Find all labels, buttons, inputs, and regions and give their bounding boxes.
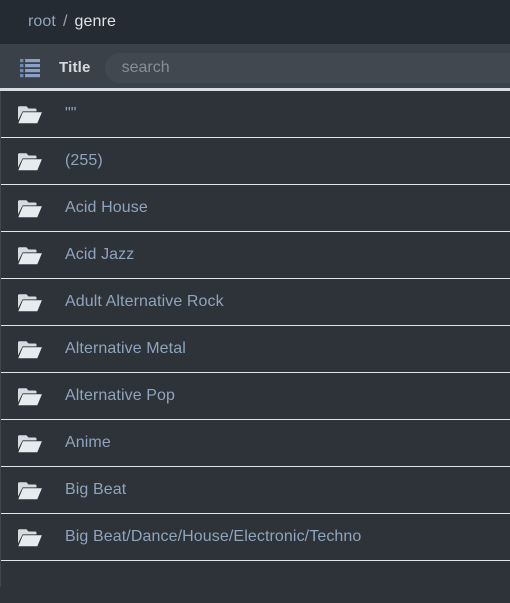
list-item-label: Acid Jazz — [65, 246, 135, 263]
list-item[interactable]: Alternative Metal — [1, 326, 510, 373]
folder-icon — [18, 340, 42, 358]
search-input[interactable] — [104, 52, 510, 83]
folder-icon — [18, 434, 42, 452]
list-item-label: Big Beat — [65, 481, 127, 498]
list-item[interactable]: (255) — [1, 138, 510, 185]
list-item-label: (255) — [65, 152, 103, 169]
list-item-partial[interactable] — [1, 561, 510, 587]
breadcrumb-item-root[interactable]: root — [28, 13, 56, 30]
folder-icon — [18, 199, 42, 217]
column-header-title: Title — [59, 59, 91, 76]
list-item[interactable]: Adult Alternative Rock — [1, 279, 510, 326]
list-item[interactable]: Big Beat — [1, 467, 510, 514]
folder-icon — [18, 105, 42, 123]
list-item-label: Acid House — [65, 199, 148, 216]
list-item[interactable]: Anime — [1, 420, 510, 467]
folder-icon — [18, 481, 42, 499]
list-item-label: Alternative Metal — [65, 340, 186, 357]
breadcrumb-separator: / — [62, 13, 68, 30]
folder-icon — [18, 528, 42, 546]
folder-icon — [18, 246, 42, 264]
folder-icon — [18, 293, 42, 311]
breadcrumb: root / genre — [28, 13, 116, 31]
breadcrumb-bar: root / genre — [0, 0, 510, 44]
list-item[interactable]: Big Beat/Dance/House/Electronic/Techno — [1, 514, 510, 561]
list-view-icon[interactable] — [20, 58, 40, 78]
list-item-label: Adult Alternative Rock — [65, 293, 224, 310]
search-field[interactable] — [104, 52, 510, 83]
list-item-label: Big Beat/Dance/House/Electronic/Techno — [65, 528, 362, 545]
breadcrumb-item-genre[interactable]: genre — [75, 13, 116, 30]
list-item[interactable]: Alternative Pop — [1, 373, 510, 420]
list-item[interactable]: "" — [1, 91, 510, 138]
list-item-label: Alternative Pop — [65, 387, 176, 404]
toolbar: Title — [0, 44, 510, 91]
folder-list: "" (255) Acid House Acid Jazz Adult Alte… — [0, 91, 510, 587]
list-item-label: "" — [65, 105, 77, 122]
list-item-label: Anime — [65, 434, 111, 451]
folder-icon — [18, 387, 42, 405]
folder-icon — [18, 152, 42, 170]
list-item[interactable]: Acid House — [1, 185, 510, 232]
list-item[interactable]: Acid Jazz — [1, 232, 510, 279]
